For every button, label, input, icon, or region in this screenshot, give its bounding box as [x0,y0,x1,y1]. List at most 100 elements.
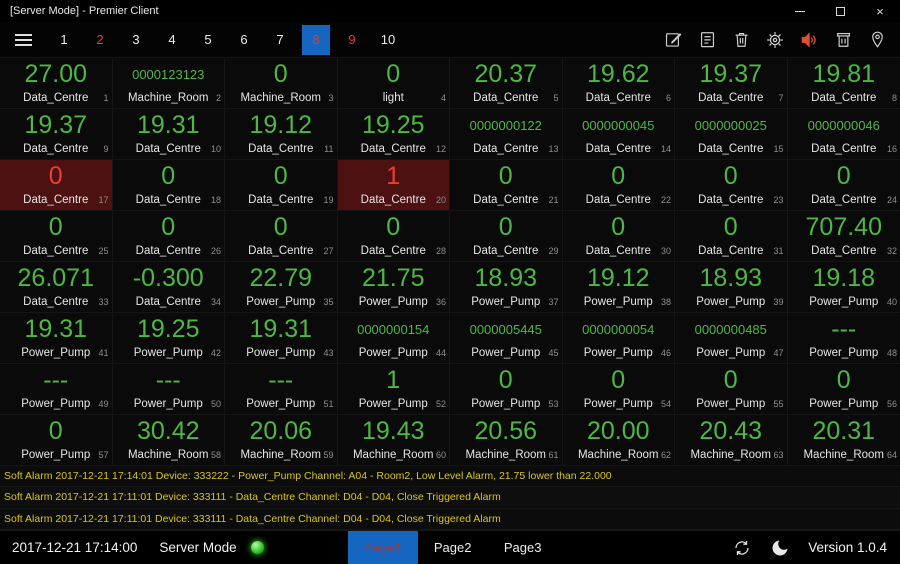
page-number-1[interactable]: 1 [50,25,78,55]
page-number-10[interactable]: 10 [374,25,402,55]
channel-tile-46[interactable]: 0000000054Power_Pump46 [563,313,676,364]
channel-tile-11[interactable]: 19.12Data_Centre11 [225,109,338,160]
channel-tile-8[interactable]: 19.81Data_Centre8 [788,58,900,109]
channel-tile-29[interactable]: 0Data_Centre29 [450,211,563,262]
channel-tile-20[interactable]: 1Data_Centre20 [338,160,451,211]
channel-tile-39[interactable]: 18.93Power_Pump39 [675,262,788,313]
channel-tile-56[interactable]: 0Power_Pump56 [788,364,900,415]
channel-tile-38[interactable]: 19.12Power_Pump38 [563,262,676,313]
tile-index: 40 [887,297,897,307]
page-number-5[interactable]: 5 [194,25,222,55]
channel-tile-9[interactable]: 19.37Data_Centre9 [0,109,113,160]
audio-alarm-button[interactable] [792,25,826,55]
channel-tile-57[interactable]: 0Power_Pump57 [0,415,113,466]
notes-icon [698,30,717,49]
alarm-row[interactable]: Soft Alarm 2017-12-21 17:11:01 Device: 3… [0,509,900,530]
channel-tile-58[interactable]: 30.42Machine_Room58 [113,415,226,466]
channel-tile-55[interactable]: 0Power_Pump55 [675,364,788,415]
channel-tile-23[interactable]: 0Data_Centre23 [675,160,788,211]
channel-tile-50[interactable]: ---Power_Pump50 [113,364,226,415]
channel-tile-15[interactable]: 0000000025Data_Centre15 [675,109,788,160]
tile-value: 1 [338,365,450,395]
channel-tile-36[interactable]: 21.75Power_Pump36 [338,262,451,313]
channel-tile-37[interactable]: 18.93Power_Pump37 [450,262,563,313]
channel-tile-22[interactable]: 0Data_Centre22 [563,160,676,211]
clear-alarm-button[interactable] [826,25,860,55]
channel-tile-47[interactable]: 0000000485Power_Pump47 [675,313,788,364]
close-button[interactable]: × [860,0,900,22]
channel-tile-14[interactable]: 0000000045Data_Centre14 [563,109,676,160]
tab-page2[interactable]: Page2 [418,531,488,564]
channel-tile-30[interactable]: 0Data_Centre30 [563,211,676,262]
delete-button[interactable] [724,25,758,55]
channel-tile-31[interactable]: 0Data_Centre31 [675,211,788,262]
channel-tile-40[interactable]: 19.18Power_Pump40 [788,262,900,313]
channel-tile-25[interactable]: 0Data_Centre25 [0,211,113,262]
channel-tile-10[interactable]: 19.31Data_Centre10 [113,109,226,160]
switch-page-button[interactable] [730,536,754,560]
channel-tile-64[interactable]: 20.31Machine_Room64 [788,415,900,466]
page-number-4[interactable]: 4 [158,25,186,55]
channel-tile-49[interactable]: ---Power_Pump49 [0,364,113,415]
channel-tile-2[interactable]: 0000123123Machine_Room2 [113,58,226,109]
channel-tile-32[interactable]: 707.40Data_Centre32 [788,211,900,262]
channel-tile-27[interactable]: 0Data_Centre27 [225,211,338,262]
channel-tile-60[interactable]: 19.43Machine_Room60 [338,415,451,466]
channel-tile-21[interactable]: 0Data_Centre21 [450,160,563,211]
alarm-row[interactable]: Soft Alarm 2017-12-21 17:14:01 Device: 3… [0,466,900,487]
edit-button[interactable] [656,25,690,55]
channel-tile-26[interactable]: 0Data_Centre26 [113,211,226,262]
page-number-9[interactable]: 9 [338,25,366,55]
tile-value: 22.79 [225,263,337,293]
channel-tile-53[interactable]: 0Power_Pump53 [450,364,563,415]
channel-tile-45[interactable]: 0000005445Power_Pump45 [450,313,563,364]
channel-tile-4[interactable]: 0light4 [338,58,451,109]
channel-tile-61[interactable]: 20.56Machine_Room61 [450,415,563,466]
page-number-3[interactable]: 3 [122,25,150,55]
alarm-row[interactable]: Soft Alarm 2017-12-21 17:11:01 Device: 3… [0,487,900,508]
channel-tile-44[interactable]: 0000000154Power_Pump44 [338,313,451,364]
tab-page1[interactable]: Page1 [348,531,418,564]
channel-tile-17[interactable]: 0Data_Centre17 [0,160,113,211]
channel-tile-18[interactable]: 0Data_Centre18 [113,160,226,211]
channel-tile-13[interactable]: 0000000122Data_Centre13 [450,109,563,160]
channel-tile-33[interactable]: 26.071Data_Centre33 [0,262,113,313]
page-number-8[interactable]: 8 [302,25,330,55]
channel-tile-12[interactable]: 19.25Data_Centre12 [338,109,451,160]
channel-tile-42[interactable]: 19.25Power_Pump42 [113,313,226,364]
tab-page3[interactable]: Page3 [488,531,558,564]
page-number-7[interactable]: 7 [266,25,294,55]
channel-tile-19[interactable]: 0Data_Centre19 [225,160,338,211]
settings-button[interactable] [758,25,792,55]
channel-tile-24[interactable]: 0Data_Centre24 [788,160,900,211]
channel-tile-35[interactable]: 22.79Power_Pump35 [225,262,338,313]
channel-tile-51[interactable]: ---Power_Pump51 [225,364,338,415]
channel-tile-6[interactable]: 19.62Data_Centre6 [563,58,676,109]
location-button[interactable] [860,25,894,55]
tile-label: Data_Centre [225,143,337,155]
tile-label: Machine_Room [338,449,450,461]
close-icon: × [876,4,884,19]
menu-button[interactable] [0,22,46,57]
night-mode-button[interactable] [768,536,792,560]
channel-tile-3[interactable]: 0Machine_Room3 [225,58,338,109]
channel-tile-52[interactable]: 1Power_Pump52 [338,364,451,415]
maximize-button[interactable] [820,0,860,22]
channel-tile-34[interactable]: -0.300Data_Centre34 [113,262,226,313]
page-number-2[interactable]: 2 [86,25,114,55]
channel-tile-1[interactable]: 27.00Data_Centre1 [0,58,113,109]
channel-tile-59[interactable]: 20.06Machine_Room59 [225,415,338,466]
channel-tile-16[interactable]: 0000000046Data_Centre16 [788,109,900,160]
channel-tile-7[interactable]: 19.37Data_Centre7 [675,58,788,109]
channel-tile-41[interactable]: 19.31Power_Pump41 [0,313,113,364]
channel-tile-5[interactable]: 20.37Data_Centre5 [450,58,563,109]
page-number-6[interactable]: 6 [230,25,258,55]
channel-tile-28[interactable]: 0Data_Centre28 [338,211,451,262]
channel-tile-54[interactable]: 0Power_Pump54 [563,364,676,415]
minimize-button[interactable] [780,0,820,22]
channel-tile-63[interactable]: 20.43Machine_Room63 [675,415,788,466]
channel-tile-43[interactable]: 19.31Power_Pump43 [225,313,338,364]
channel-tile-62[interactable]: 20.00Machine_Room62 [563,415,676,466]
channel-tile-48[interactable]: ---Power_Pump48 [788,313,900,364]
notes-button[interactable] [690,25,724,55]
